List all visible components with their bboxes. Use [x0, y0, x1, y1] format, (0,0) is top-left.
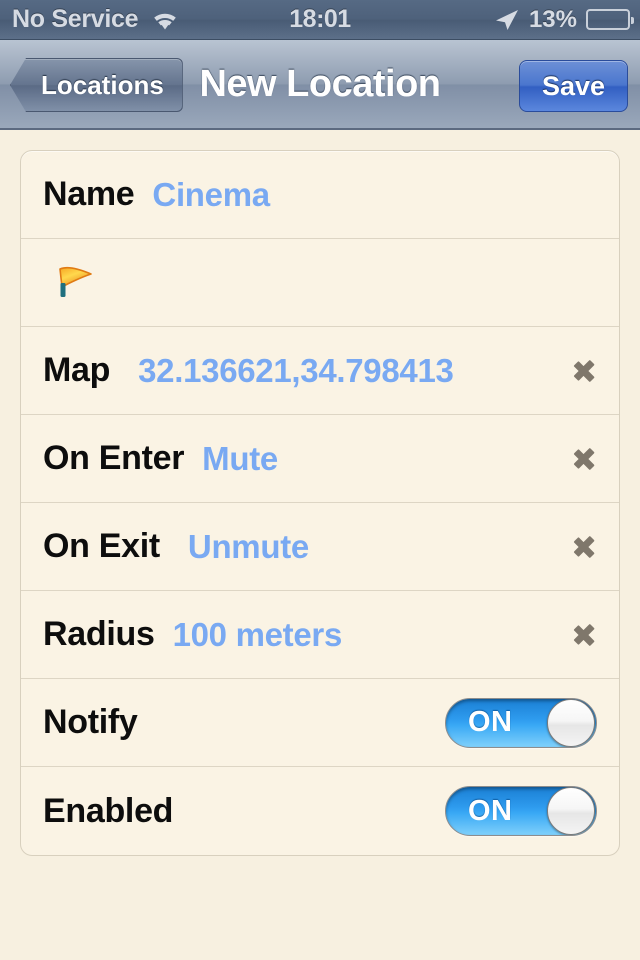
enabled-toggle-switch[interactable]: ON	[445, 786, 597, 836]
status-bar-right: 13%	[494, 5, 634, 34]
content-area: Name Cinema Map 32.136621,34.798413 On E…	[0, 130, 640, 960]
notify-toggle-switch[interactable]: ON	[445, 697, 597, 748]
settings-group: Name Cinema Map 32.136621,34.798413 On E…	[20, 150, 620, 856]
chevron-right-icon	[573, 444, 595, 474]
flag-icon	[51, 261, 95, 305]
row-radius[interactable]: Radius 100 meters	[21, 591, 619, 679]
row-on-exit-label: On Exit	[43, 527, 160, 565]
save-button[interactable]: Save	[518, 60, 628, 112]
notify-toggle-knob[interactable]	[547, 698, 595, 747]
row-on-enter-label: On Enter	[43, 439, 185, 477]
row-notify: Notify ON	[21, 679, 619, 767]
location-arrow-icon	[494, 8, 520, 32]
row-name-value[interactable]: Cinema	[152, 176, 270, 214]
app-screen: No Service 18:01 13% Locations New Locat…	[0, 0, 640, 960]
enabled-toggle-state: ON	[468, 794, 513, 827]
row-enabled: Enabled ON	[21, 767, 619, 855]
row-on-enter-value: Mute	[202, 439, 278, 477]
row-notify-label: Notify	[43, 703, 138, 741]
chevron-right-icon	[573, 356, 595, 386]
row-radius-label: Radius	[43, 615, 155, 653]
enabled-toggle-knob[interactable]	[547, 787, 595, 835]
page-title: New Location	[199, 62, 441, 105]
row-map-value: 32.136621,34.798413	[138, 351, 454, 389]
row-radius-value: 100 meters	[172, 615, 343, 653]
notify-toggle-state: ON	[468, 706, 513, 738]
row-map[interactable]: Map 32.136621,34.798413	[21, 327, 619, 415]
row-flag[interactable]	[21, 239, 619, 327]
row-enabled-label: Enabled	[43, 791, 174, 830]
row-name-label: Name	[43, 175, 135, 213]
row-on-exit[interactable]: On Exit Unmute	[21, 503, 619, 591]
row-map-label: Map	[43, 351, 111, 389]
navigation-bar: Locations New Location Save	[0, 40, 640, 130]
battery-percent-label: 13%	[528, 5, 577, 33]
row-on-exit-value: Unmute	[187, 527, 309, 565]
save-button-label: Save	[541, 70, 605, 101]
row-name[interactable]: Name Cinema	[21, 151, 619, 239]
battery-icon	[586, 9, 634, 30]
chevron-right-icon	[573, 532, 595, 562]
chevron-right-icon	[573, 620, 595, 650]
back-button-locations[interactable]: Locations	[10, 58, 183, 112]
back-button-label: Locations	[41, 69, 164, 100]
status-bar: No Service 18:01 13%	[0, 0, 640, 40]
row-on-enter[interactable]: On Enter Mute	[21, 415, 619, 503]
